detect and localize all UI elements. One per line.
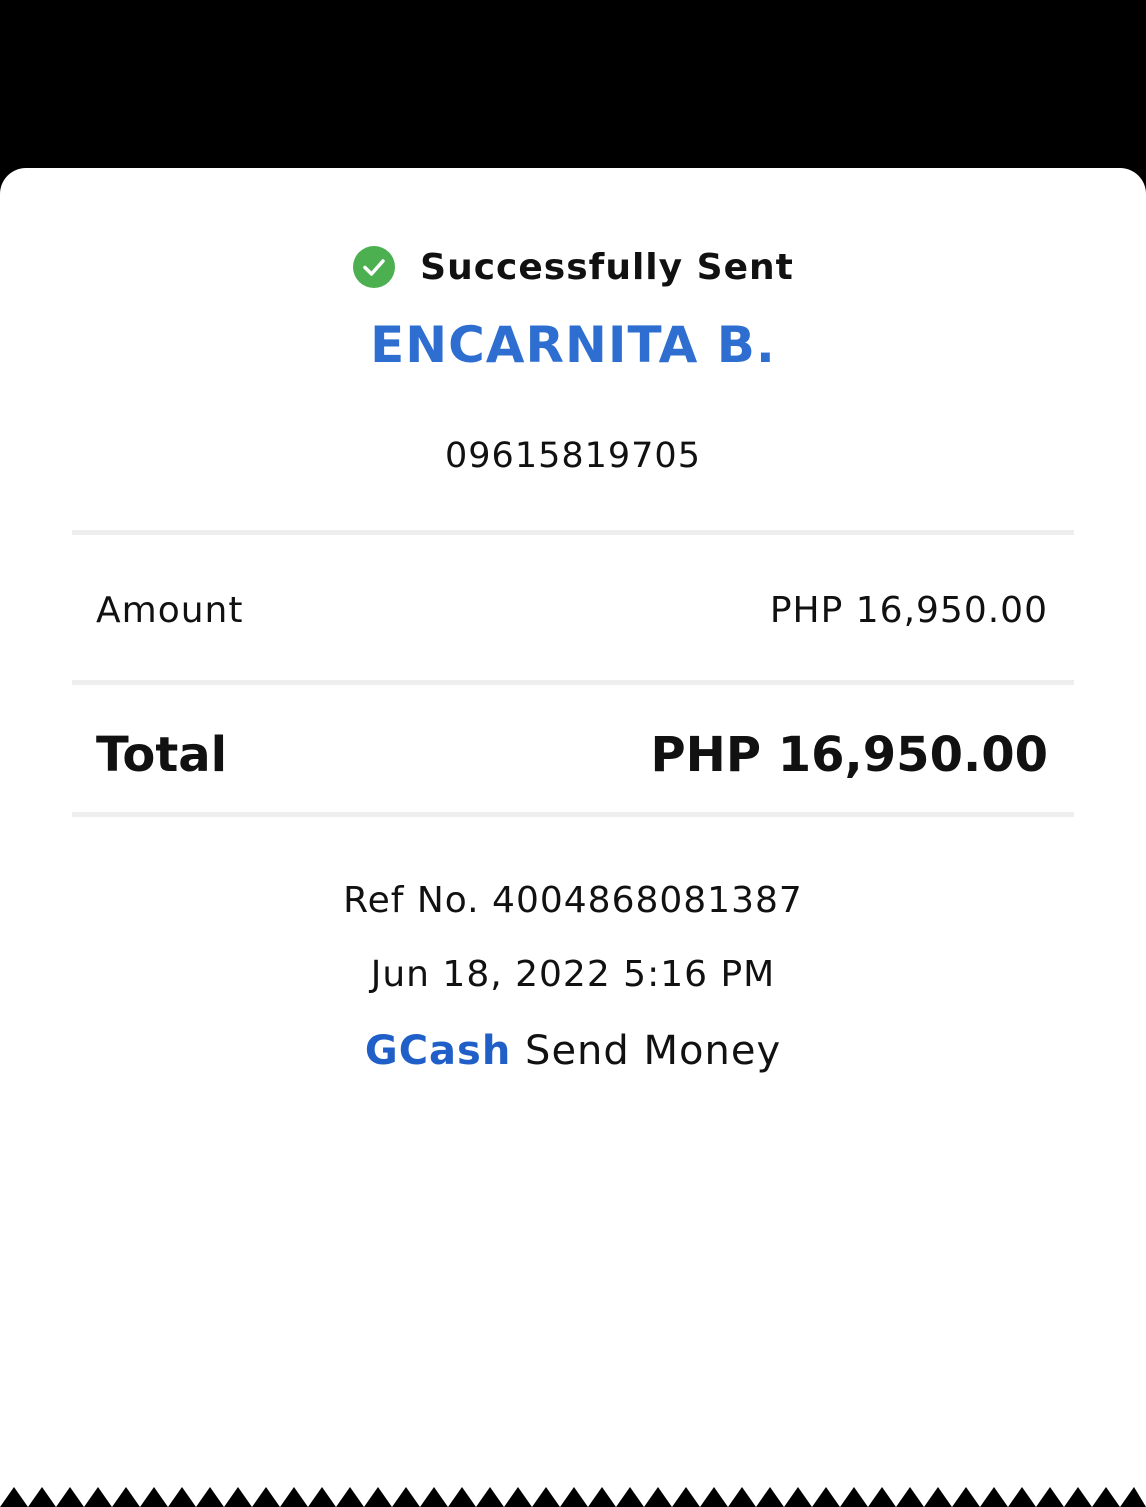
total-value: PHP 16,950.00 (650, 727, 1049, 783)
service-label: GCash Send Money (0, 1028, 1146, 1074)
page: Successfully Sent ENCARNITA B. 096158197… (0, 0, 1146, 1507)
divider (72, 812, 1074, 817)
divider (72, 530, 1074, 535)
zigzag-edge (0, 1487, 1146, 1507)
top-bar (0, 0, 1146, 168)
amount-row: Amount PHP 16,950.00 (96, 580, 1048, 640)
amount-value: PHP 16,950.00 (769, 589, 1048, 631)
reference-number: Ref No. 4004868081387 (343, 880, 803, 921)
amount-label: Amount (96, 589, 244, 631)
recipient-name: ENCARNITA B. (370, 316, 776, 374)
receipt-card: Successfully Sent ENCARNITA B. 096158197… (0, 168, 1146, 1507)
gcash-brand: GCash (364, 1028, 512, 1074)
transaction-datetime: Jun 18, 2022 5:16 PM (370, 954, 776, 995)
total-row: Total PHP 16,950.00 (96, 720, 1048, 790)
status-text: Successfully Sent (420, 246, 794, 288)
service-name: Send Money (525, 1028, 782, 1074)
status-row: Successfully Sent (0, 242, 1146, 292)
check-circle-icon (352, 245, 396, 289)
divider (72, 680, 1074, 685)
total-label: Total (96, 727, 228, 783)
recipient-phone: 09615819705 (445, 436, 701, 476)
